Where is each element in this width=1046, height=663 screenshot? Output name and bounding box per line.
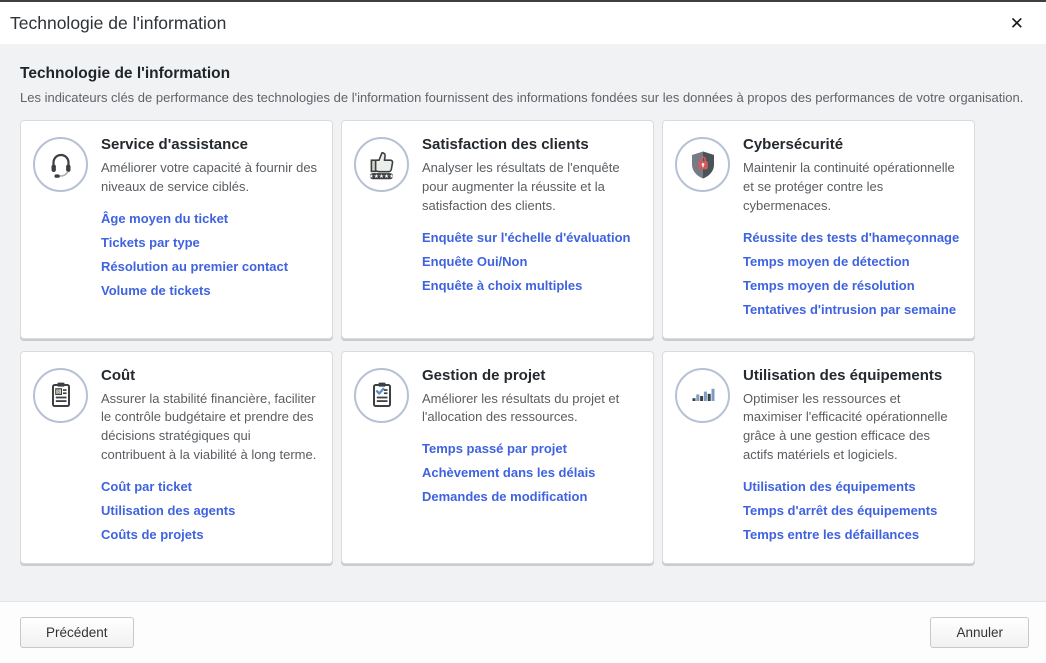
card-description: Maintenir la continuité opérationnelle e… [743,159,960,216]
kpi-link[interactable]: Utilisation des agents [101,503,235,518]
dialog-footer: Précédent Annuler [0,601,1046,663]
kpi-link[interactable]: Achèvement dans les délais [422,465,595,480]
kpi-link[interactable]: Coût par ticket [101,479,192,494]
card-satisfaction-clients: ★★★★★ Satisfaction des clients Analyser … [341,120,654,339]
kpi-link[interactable]: Demandes de modification [422,489,587,504]
kpi-link[interactable]: Enquête sur l'échelle d'évaluation [422,230,630,245]
card-title: Coût [101,367,318,384]
card-description: Améliorer les résultats du projet et l'a… [422,390,639,428]
card-title: Gestion de projet [422,367,639,384]
section-description: Les indicateurs clés de performance des … [20,90,1026,105]
card-gestion-projet: Gestion de projet Améliorer les résultat… [341,351,654,564]
card-description: Assurer la stabilité financière, facilit… [101,390,318,465]
cost-clipboard-icon: $ [33,368,88,423]
card-cybersecurite: Cybersécurité Maintenir la continuité op… [662,120,975,339]
card-service-assistance: Service d'assistance Améliorer votre cap… [20,120,333,339]
cancel-button[interactable]: Annuler [930,617,1029,648]
kpi-link[interactable]: Réussite des tests d'hameçonnage [743,230,959,245]
section-title: Technologie de l'information [20,65,1026,83]
card-utilisation-equipements: Utilisation des équipements Optimiser le… [662,351,975,564]
kpi-link[interactable]: Temps moyen de résolution [743,278,915,293]
kpi-link[interactable]: Temps moyen de détection [743,254,910,269]
project-clipboard-icon [354,368,409,423]
it-kpi-dialog: Technologie de l'information ✕ Technolog… [0,0,1046,663]
close-icon[interactable]: ✕ [1004,11,1030,36]
headset-icon [33,137,88,192]
kpi-link[interactable]: Résolution au premier contact [101,259,288,274]
dialog-title: Technologie de l'information [10,13,226,34]
dialog-header: Technologie de l'information ✕ [0,2,1046,44]
card-cout: $ Coût Assurer la stabilité financière, … [20,351,333,564]
kpi-link[interactable]: Coûts de projets [101,527,204,542]
kpi-link[interactable]: Enquête à choix multiples [422,278,582,293]
card-title: Utilisation des équipements [743,367,960,384]
thumbs-up-rating-icon: ★★★★★ [354,137,409,192]
bar-chart-icon [675,368,730,423]
kpi-link[interactable]: Âge moyen du ticket [101,211,228,226]
shield-lock-icon [675,137,730,192]
kpi-link[interactable]: Tentatives d'intrusion par semaine [743,302,956,317]
kpi-link[interactable]: Volume de tickets [101,283,211,298]
kpi-link[interactable]: Enquête Oui/Non [422,254,527,269]
kpi-link[interactable]: Utilisation des équipements [743,479,916,494]
svg-text:★★★★★: ★★★★★ [368,172,394,179]
kpi-cards-grid: Service d'assistance Améliorer votre cap… [20,120,1026,564]
previous-button[interactable]: Précédent [20,617,134,648]
card-description: Améliorer votre capacité à fournir des n… [101,159,318,197]
card-title: Cybersécurité [743,136,960,153]
kpi-link[interactable]: Temps d'arrêt des équipements [743,503,937,518]
card-description: Analyser les résultats de l'enquête pour… [422,159,639,216]
kpi-link[interactable]: Temps passé par projet [422,441,567,456]
dialog-body: Technologie de l'information Les indicat… [0,44,1046,601]
kpi-link[interactable]: Tickets par type [101,235,200,250]
card-title: Service d'assistance [101,136,318,153]
card-title: Satisfaction des clients [422,136,639,153]
card-description: Optimiser les ressources et maximiser l'… [743,390,960,465]
kpi-link[interactable]: Temps entre les défaillances [743,527,919,542]
